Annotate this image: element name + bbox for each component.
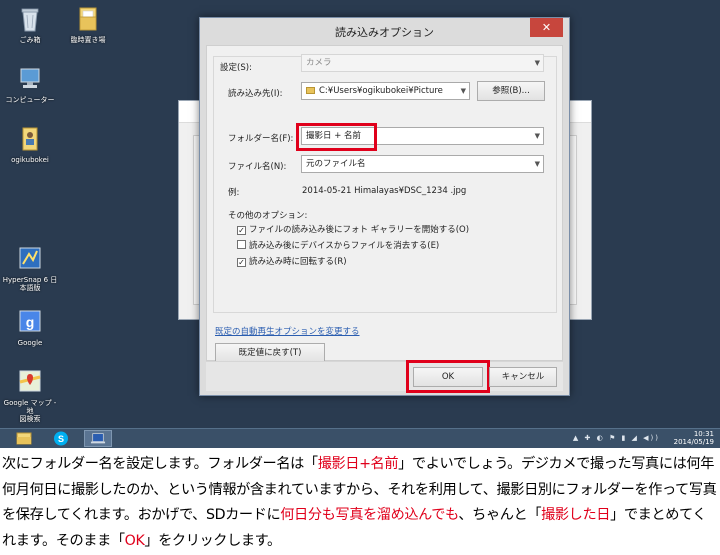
user-folder-icon bbox=[22, 127, 38, 151]
import-to-label: 読み込み先(I): bbox=[228, 89, 283, 99]
file-name-value: 元のファイル名 bbox=[306, 159, 366, 169]
desktop-icon-label: ごみ箱 bbox=[19, 36, 41, 44]
clock[interactable]: 10:31 2014/05/19 bbox=[674, 430, 714, 446]
clock-time: 10:31 bbox=[693, 430, 714, 438]
caption-segment: 」をクリックします。 bbox=[144, 532, 281, 549]
google-maps-icon bbox=[19, 370, 41, 392]
caption-segment: 、ちゃんと「 bbox=[458, 507, 542, 523]
svg-text:S: S bbox=[58, 434, 64, 444]
desktop-icon-label: コンピューター bbox=[5, 96, 55, 104]
chevron-down-icon: ▼ bbox=[460, 87, 466, 95]
taskbar-file-explorer[interactable] bbox=[10, 430, 38, 447]
import-to-value: C:¥Users¥ogikubokei¥Picture bbox=[319, 86, 443, 96]
taskbar-photo-import[interactable] bbox=[84, 430, 112, 447]
cancel-button[interactable]: キャンセル bbox=[489, 367, 557, 387]
close-button[interactable]: ✕ bbox=[530, 18, 563, 37]
option-rotate-on-import[interactable]: ✓ 読み込み時に回転する(R) bbox=[237, 255, 347, 267]
desktop-icon-computer[interactable]: コンピューター bbox=[0, 65, 60, 104]
google-icon: g bbox=[19, 310, 41, 332]
option-label: ファイルの読み込み後にフォト ギャラリーを開始する(O) bbox=[249, 225, 470, 235]
example-value: 2014-05-21 Himalayas¥DSC_1234 .jpg bbox=[302, 186, 467, 196]
dialog-footer: OK キャンセル bbox=[206, 360, 563, 393]
import-to-select[interactable]: C:¥Users¥ogikubokei¥Picture ▼ bbox=[301, 82, 470, 100]
reset-defaults-button[interactable]: 既定値に戻す(T) bbox=[215, 343, 325, 363]
close-icon: ✕ bbox=[541, 21, 552, 34]
caption-highlight: 撮影した日 bbox=[541, 507, 611, 523]
folder-icon bbox=[306, 87, 315, 94]
option-label: 読み込み時に回転する(R) bbox=[249, 257, 347, 267]
settings-value: カメラ bbox=[306, 58, 332, 68]
computer-icon bbox=[20, 68, 40, 88]
autoplay-settings-link[interactable]: 既定の自動再生オプションを変更する bbox=[215, 325, 360, 337]
checkbox-checked[interactable]: ✓ bbox=[237, 258, 246, 267]
desktop-icon-google[interactable]: g Google bbox=[0, 308, 60, 347]
desktop-icon-label: 臨時置き場 bbox=[70, 36, 106, 44]
folder-icon bbox=[79, 7, 97, 31]
dialog-titlebar[interactable]: 読み込みオプション ✕ bbox=[200, 18, 569, 45]
desktop-icon-temp-folder[interactable]: 臨時置き場 bbox=[58, 5, 118, 44]
taskbar: S ▲ ✚ ◐ ⚑ ▮ ◢ ◀)) 10:31 2014/05/19 bbox=[0, 428, 720, 448]
skype-icon: S bbox=[54, 431, 68, 446]
file-name-label: ファイル名(N): bbox=[228, 162, 287, 172]
chevron-down-icon: ▼ bbox=[534, 132, 540, 140]
desktop-icon-google-maps[interactable]: Google マップ - 地 図検索 bbox=[0, 368, 60, 423]
caption-segment: 次にフォルダー名を設定します。フォルダー名は「 bbox=[2, 456, 318, 472]
dialog-title: 読み込みオプション bbox=[335, 26, 434, 39]
chevron-down-icon: ▼ bbox=[534, 59, 540, 67]
caption-text: 次にフォルダー名を設定します。フォルダー名は「撮影日+名前」でよいでしょう。デジ… bbox=[0, 452, 720, 554]
clock-date: 2014/05/19 bbox=[673, 438, 714, 446]
import-options-dialog: 読み込みオプション ✕ 設定(S): カメラ ▼ 読み込み先(I): C:¥Us… bbox=[199, 17, 570, 396]
settings-label: 設定(S): bbox=[220, 63, 252, 73]
recycle-bin-icon bbox=[21, 8, 39, 32]
desktop: ごみ箱 臨時置き場 コンピューター ogikubokei HyperSnap 6… bbox=[0, 0, 720, 428]
caption-highlight: OK bbox=[124, 532, 145, 549]
photo-import-icon bbox=[90, 433, 106, 444]
checkbox-unchecked[interactable] bbox=[237, 240, 246, 249]
other-options-label: その他のオプション: bbox=[228, 211, 308, 221]
ok-highlight bbox=[406, 360, 490, 393]
dialog-body: 設定(S): カメラ ▼ 読み込み先(I): C:¥Users¥ogikubok… bbox=[206, 45, 563, 363]
desktop-icon-label: Google マップ - 地 図検索 bbox=[3, 399, 57, 423]
desktop-icon-hypersnap[interactable]: HyperSnap 6 日 本語版 bbox=[0, 245, 60, 292]
file-explorer-icon bbox=[16, 432, 32, 445]
option-open-gallery[interactable]: ✓ ファイルの読み込み後にフォト ギャラリーを開始する(O) bbox=[237, 223, 469, 235]
browse-button[interactable]: 参照(B)... bbox=[477, 81, 545, 101]
folder-name-highlight bbox=[296, 123, 377, 151]
option-erase-after-import[interactable]: 読み込み後にデバイスからファイルを消去する(E) bbox=[237, 239, 439, 251]
svg-text:g: g bbox=[26, 314, 35, 330]
desktop-icon-user-folder[interactable]: ogikubokei bbox=[0, 125, 60, 164]
hypersnap-icon bbox=[19, 247, 41, 269]
checkbox-checked[interactable]: ✓ bbox=[237, 226, 246, 235]
file-name-select[interactable]: 元のファイル名 ▼ bbox=[301, 155, 544, 173]
option-label: 読み込み後にデバイスからファイルを消去する(E) bbox=[249, 241, 440, 251]
desktop-icon-label: ogikubokei bbox=[11, 156, 49, 164]
chevron-down-icon: ▼ bbox=[534, 160, 540, 168]
example-label: 例: bbox=[228, 188, 240, 198]
desktop-icon-label: Google bbox=[17, 339, 43, 347]
desktop-icon-recycle-bin[interactable]: ごみ箱 bbox=[0, 5, 60, 44]
caption-highlight: 何日分も写真を溜め込んでも bbox=[280, 507, 459, 523]
settings-select[interactable]: カメラ ▼ bbox=[301, 54, 544, 72]
caption-highlight: 撮影日+名前 bbox=[317, 456, 399, 472]
desktop-icon-label: HyperSnap 6 日 本語版 bbox=[2, 276, 58, 292]
folder-name-label: フォルダー名(F): bbox=[228, 134, 294, 144]
system-tray-icons[interactable]: ▲ ✚ ◐ ⚑ ▮ ◢ ◀)) bbox=[573, 434, 660, 442]
taskbar-skype[interactable]: S bbox=[47, 430, 75, 447]
